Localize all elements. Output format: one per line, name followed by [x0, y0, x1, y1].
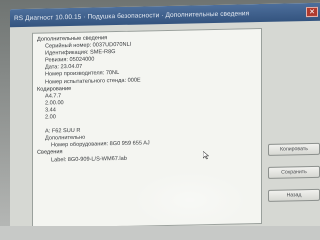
details-panel: Дополнительные сведения Серийный номер: …	[32, 27, 262, 229]
close-button[interactable]: ✕	[306, 6, 318, 18]
action-buttons: Копировать Сохранить Назад	[268, 142, 320, 202]
copy-button[interactable]: Копировать	[268, 142, 320, 156]
back-button[interactable]: Назад	[268, 188, 320, 202]
desk-surface	[0, 226, 320, 240]
application-window: RS Диагност 10.00.15 · Подушка безопасно…	[10, 2, 320, 238]
save-button[interactable]: Сохранить	[268, 165, 320, 179]
window-title: RS Диагност 10.00.15 · Подушка безопасно…	[14, 9, 250, 22]
mouse-pointer-icon	[203, 151, 209, 160]
